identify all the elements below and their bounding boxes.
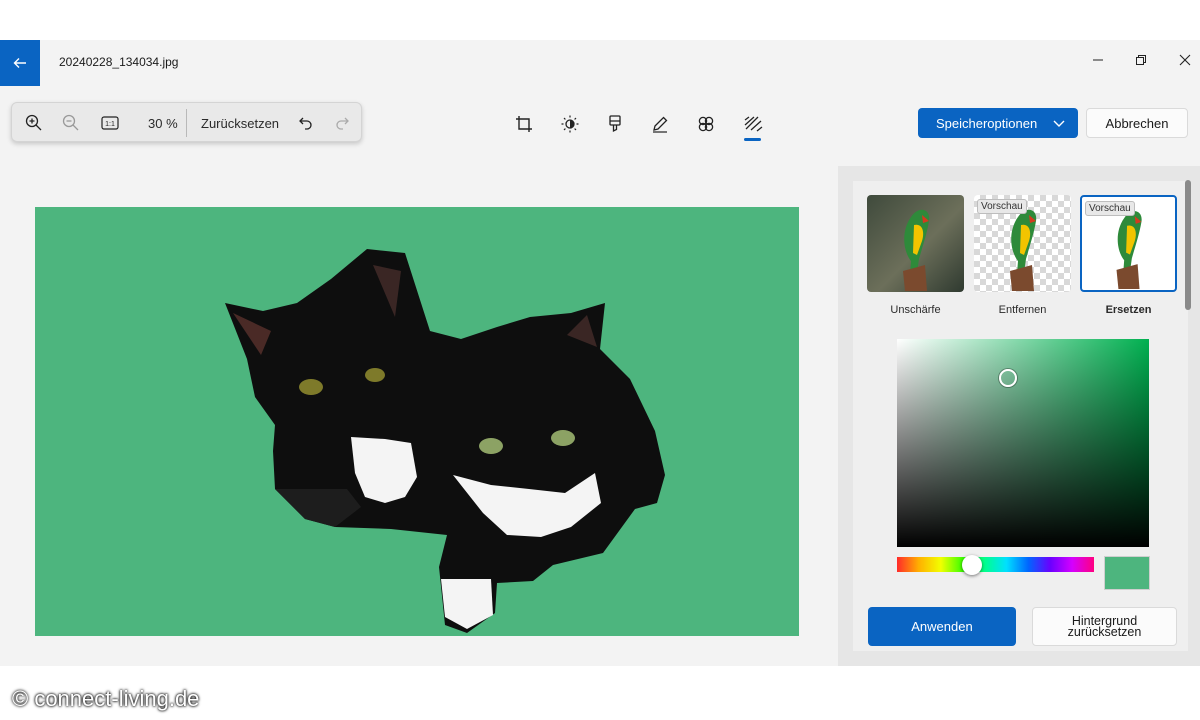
restore-icon <box>1136 55 1146 65</box>
option-label-replace: Ersetzen <box>1105 304 1152 316</box>
preview-badge: Vorschau <box>1085 201 1135 216</box>
brightness-tool[interactable] <box>558 112 582 136</box>
photos-app-window: 20240228_134034.jpg 1:1 30 % Zurücksetze… <box>0 40 1200 666</box>
watermark: © connect-living.de <box>12 686 200 711</box>
selected-color-swatch <box>1104 556 1150 590</box>
background-option-blur[interactable] <box>867 195 964 292</box>
reset-background-button[interactable]: Hintergrund zurücksetzen <box>1032 607 1177 646</box>
background-tool[interactable] <box>741 112 765 136</box>
cats-cutout-image <box>225 249 665 633</box>
actual-size-button[interactable]: 1:1 <box>99 112 121 134</box>
draw-tool[interactable] <box>648 112 672 136</box>
color-saturation-field[interactable] <box>897 339 1149 547</box>
panel-scrollbar[interactable] <box>1185 180 1191 310</box>
markup-tool[interactable] <box>603 112 627 136</box>
filter-icon <box>698 116 714 132</box>
zoom-toolbar: 1:1 30 % Zurücksetzen <box>11 102 362 142</box>
svg-text:1:1: 1:1 <box>105 121 115 128</box>
hue-slider[interactable] <box>897 557 1094 572</box>
redo-button[interactable] <box>331 112 353 134</box>
filter-tool[interactable] <box>694 112 718 136</box>
restore-button[interactable] <box>1123 46 1159 74</box>
title-bar: 20240228_134034.jpg <box>0 40 1200 86</box>
back-button[interactable] <box>0 40 40 86</box>
background-option-remove[interactable]: Vorschau <box>974 195 1071 292</box>
save-options-label: Speicheroptionen <box>936 115 1038 131</box>
reset-background-label-line2: zurücksetzen <box>1067 624 1142 639</box>
actual-size-icon: 1:1 <box>101 116 119 130</box>
color-picker-handle[interactable] <box>999 369 1017 387</box>
option-label-remove: Entfernen <box>998 304 1047 316</box>
zoom-level: 30 % <box>148 116 178 131</box>
background-icon <box>744 116 763 132</box>
undo-button[interactable] <box>295 112 317 134</box>
minimize-icon <box>1093 59 1103 61</box>
chevron-down-icon <box>1053 120 1065 127</box>
photo-canvas[interactable] <box>35 207 799 636</box>
redo-icon <box>336 117 349 130</box>
save-options-button[interactable]: Speicheroptionen <box>918 108 1078 138</box>
preview-badge: Vorschau <box>977 199 1027 214</box>
file-name: 20240228_134034.jpg <box>59 55 179 69</box>
zoom-out-icon <box>62 114 79 131</box>
cancel-button[interactable]: Abbrechen <box>1086 108 1188 138</box>
apply-button[interactable]: Anwenden <box>868 607 1016 646</box>
brightness-icon <box>561 115 579 133</box>
parrot-thumbnail-icon <box>903 209 930 291</box>
zoom-in-button[interactable] <box>23 112 45 134</box>
arrow-left-icon <box>13 58 26 68</box>
reset-zoom-button[interactable]: Zurücksetzen <box>201 116 279 131</box>
zoom-in-icon <box>25 114 42 131</box>
draw-icon <box>653 116 668 133</box>
background-option-replace[interactable]: Vorschau <box>1080 195 1177 292</box>
crop-icon <box>516 116 532 132</box>
active-tool-indicator <box>744 138 761 141</box>
zoom-out-button[interactable] <box>60 112 82 134</box>
undo-icon <box>299 117 312 130</box>
toolbar-divider <box>186 109 187 137</box>
close-icon <box>1179 54 1191 66</box>
option-label-blur: Unschärfe <box>890 304 941 316</box>
minimize-button[interactable] <box>1080 46 1116 74</box>
crop-tool[interactable] <box>512 112 536 136</box>
markup-icon <box>609 115 621 133</box>
close-button[interactable] <box>1167 46 1200 74</box>
hue-slider-handle[interactable] <box>962 555 982 575</box>
